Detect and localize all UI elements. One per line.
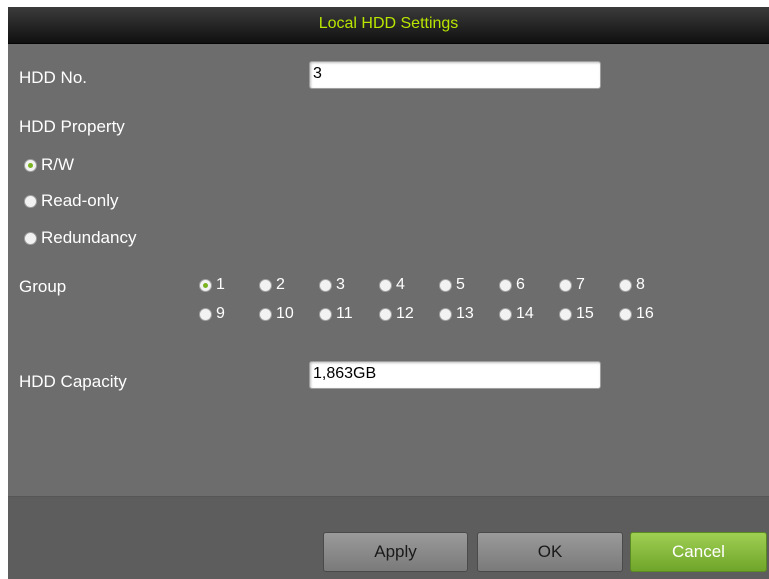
radio-icon[interactable] bbox=[259, 278, 272, 292]
ok-button[interactable]: OK bbox=[477, 532, 623, 572]
radio-icon[interactable] bbox=[199, 307, 212, 321]
group-option-15[interactable]: 15 bbox=[559, 305, 619, 323]
group-option-8[interactable]: 8 bbox=[619, 276, 679, 294]
property-option-redundancy[interactable]: Redundancy bbox=[24, 228, 136, 248]
group-option-label: 7 bbox=[576, 276, 585, 293]
group-option-2[interactable]: 2 bbox=[259, 276, 319, 294]
hdd-capacity-field: 1,863GB bbox=[309, 361, 601, 389]
group-option-6[interactable]: 6 bbox=[499, 276, 559, 294]
group-option-label: 4 bbox=[396, 276, 405, 293]
group-option-label: 9 bbox=[216, 305, 225, 322]
property-option-label: Read-only bbox=[41, 191, 119, 210]
radio-icon[interactable] bbox=[559, 307, 572, 321]
group-option-label: 8 bbox=[636, 276, 645, 293]
group-option-4[interactable]: 4 bbox=[379, 276, 439, 294]
radio-icon[interactable] bbox=[379, 307, 392, 321]
group-option-12[interactable]: 12 bbox=[379, 305, 439, 323]
hdd-no-label: HDD No. bbox=[19, 68, 88, 87]
group-option-label: 16 bbox=[636, 305, 654, 322]
group-option-label: 14 bbox=[516, 305, 534, 322]
group-radio-grid: 1 2 3 4 5 6 7 8 9 10 11 12 13 14 15 16 bbox=[199, 276, 679, 323]
radio-icon[interactable] bbox=[24, 194, 37, 208]
apply-button[interactable]: Apply bbox=[323, 532, 468, 572]
hdd-capacity-label: HDD Capacity bbox=[19, 372, 127, 391]
group-option-label: 10 bbox=[276, 305, 294, 322]
group-option-1[interactable]: 1 bbox=[199, 276, 259, 294]
radio-icon[interactable] bbox=[439, 307, 452, 321]
group-option-label: 3 bbox=[336, 276, 345, 293]
hdd-property-label: HDD Property bbox=[19, 117, 125, 136]
group-option-label: 5 bbox=[456, 276, 465, 293]
group-option-label: 2 bbox=[276, 276, 285, 293]
group-option-label: 11 bbox=[336, 305, 353, 322]
radio-icon[interactable] bbox=[499, 278, 512, 292]
radio-icon[interactable] bbox=[619, 307, 632, 321]
group-option-label: 15 bbox=[576, 305, 594, 322]
property-option-rw[interactable]: R/W bbox=[24, 155, 74, 175]
radio-icon[interactable] bbox=[499, 307, 512, 321]
cancel-button[interactable]: Cancel bbox=[630, 532, 767, 572]
radio-icon[interactable] bbox=[379, 278, 392, 292]
radio-selected-icon[interactable] bbox=[24, 158, 37, 172]
property-option-read-only[interactable]: Read-only bbox=[24, 191, 119, 211]
group-option-3[interactable]: 3 bbox=[319, 276, 379, 294]
dialog-title: Local HDD Settings bbox=[318, 15, 459, 32]
radio-icon[interactable] bbox=[319, 278, 332, 292]
group-option-16[interactable]: 16 bbox=[619, 305, 679, 323]
radio-icon[interactable] bbox=[439, 278, 452, 292]
dialog-title-bar: Local HDD Settings bbox=[8, 7, 769, 44]
radio-icon[interactable] bbox=[259, 307, 272, 321]
radio-icon[interactable] bbox=[559, 278, 572, 292]
group-option-13[interactable]: 13 bbox=[439, 305, 499, 323]
group-option-11[interactable]: 11 bbox=[319, 305, 379, 323]
property-option-label: R/W bbox=[41, 155, 75, 174]
group-option-label: 1 bbox=[216, 276, 225, 293]
group-option-9[interactable]: 9 bbox=[199, 305, 259, 323]
group-option-10[interactable]: 10 bbox=[259, 305, 319, 323]
group-option-7[interactable]: 7 bbox=[559, 276, 619, 294]
radio-icon[interactable] bbox=[24, 231, 37, 245]
group-option-label: 6 bbox=[516, 276, 525, 293]
group-option-14[interactable]: 14 bbox=[499, 305, 559, 323]
radio-icon[interactable] bbox=[319, 307, 332, 321]
group-option-label: 13 bbox=[456, 305, 474, 322]
radio-selected-icon[interactable] bbox=[199, 278, 212, 292]
group-label: Group bbox=[19, 277, 67, 296]
group-option-5[interactable]: 5 bbox=[439, 276, 499, 294]
property-option-label: Redundancy bbox=[41, 228, 137, 247]
radio-icon[interactable] bbox=[619, 278, 632, 292]
group-option-label: 12 bbox=[396, 305, 414, 322]
hdd-no-field[interactable]: 3 bbox=[309, 61, 601, 89]
